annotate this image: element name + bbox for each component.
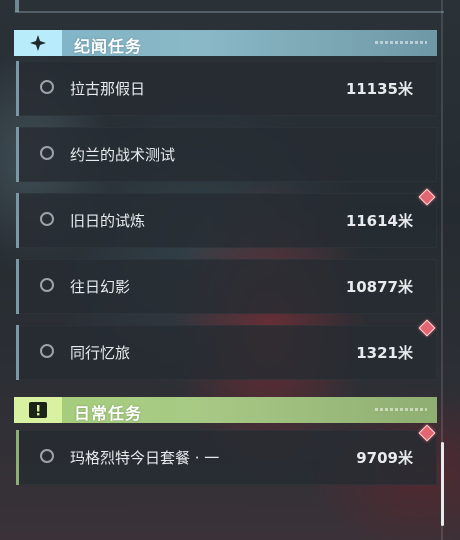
sparkle-icon [30, 35, 46, 51]
quest-status-circle-icon [40, 80, 54, 94]
quest-status-circle-icon [40, 278, 54, 292]
quest-stripe [16, 325, 19, 380]
quest-row[interactable]: 玛格烈特今日套餐 · 一 9709米 [16, 430, 437, 485]
section-header-daily-quests[interactable]: 日常任务 [14, 397, 437, 423]
quest-stripe [16, 430, 19, 485]
quest-distance: 11614米 [345, 212, 413, 230]
quest-name: 旧日的试炼 [70, 212, 146, 230]
quest-distance: 10877米 [345, 278, 413, 296]
section-icon-box [14, 30, 62, 56]
quest-row[interactable]: 拉古那假日 11135米 [16, 61, 437, 116]
quest-status-circle-icon [40, 212, 54, 226]
quest-stripe [16, 259, 19, 314]
quest-stripe [16, 193, 19, 248]
quest-row[interactable]: 旧日的试炼 11614米 [16, 193, 437, 248]
quest-status-circle-icon [40, 344, 54, 358]
exclamation-box-icon [29, 402, 47, 418]
quest-row[interactable]: 往日幻影 10877米 [16, 259, 437, 314]
quest-name: 往日幻影 [70, 278, 131, 296]
quest-name: 约兰的战术测试 [70, 146, 176, 164]
quest-name: 玛格烈特今日套餐 · 一 [70, 449, 220, 467]
quest-row[interactable]: 同行忆旅 1321米 [16, 325, 437, 380]
quest-status-circle-icon [40, 146, 54, 160]
scrollbar-thumb[interactable] [441, 442, 444, 526]
section-header-story-quests[interactable]: 纪闻任务 [14, 30, 437, 56]
quest-stripe [16, 61, 19, 116]
divider [15, 11, 444, 13]
section-title: 纪闻任务 [74, 37, 143, 56]
quest-name: 同行忆旅 [70, 344, 131, 362]
quest-status-circle-icon [40, 449, 54, 463]
header-decoration [375, 408, 427, 411]
quest-distance: 11135米 [345, 80, 413, 98]
quest-row[interactable]: 约兰的战术测试 [16, 127, 437, 182]
quest-name: 拉古那假日 [70, 80, 146, 98]
header-decoration [375, 41, 427, 44]
section-title: 日常任务 [74, 404, 143, 423]
quest-distance: 9709米 [356, 449, 413, 467]
quest-distance: 1321米 [356, 344, 413, 362]
section-icon-box [14, 397, 62, 423]
quest-stripe [16, 127, 19, 182]
